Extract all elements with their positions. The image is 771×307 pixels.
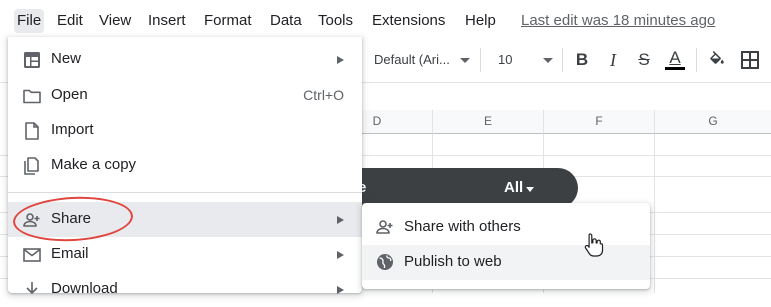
borders-icon[interactable] [738, 48, 762, 72]
column-header-e[interactable]: E [433, 110, 544, 134]
column-header-g[interactable]: G [655, 110, 771, 134]
publish-to-web[interactable]: Publish to web [362, 245, 650, 280]
share-with-others-label: Share with others [404, 218, 521, 235]
file-menu-make-copy[interactable]: Make a copy [8, 148, 362, 183]
menu-data[interactable]: Data [267, 9, 305, 33]
share-submenu: Share with others Publish to web [362, 203, 650, 289]
file-menu-open[interactable]: Open Ctrl+O [8, 78, 362, 113]
font-size-caret-icon[interactable] [543, 58, 553, 63]
download-icon [26, 282, 38, 295]
submenu-arrow-icon [337, 251, 344, 259]
toolbar-divider [480, 48, 481, 72]
filter-view-option[interactable]: All [504, 179, 523, 196]
file-menu-open-label: Open [51, 86, 88, 103]
hand-cursor-icon [584, 233, 604, 257]
menu-extensions[interactable]: Extensions [369, 9, 448, 33]
open-shortcut: Ctrl+O [303, 87, 344, 103]
bold-icon[interactable]: B [570, 48, 594, 72]
grid-line [654, 134, 655, 293]
last-edit-link[interactable]: Last edit was 18 minutes ago [521, 9, 715, 33]
new-sheet-icon [24, 52, 40, 68]
italic-icon[interactable]: I [601, 48, 625, 72]
text-color-icon[interactable]: A [663, 48, 687, 72]
fill-color-icon[interactable] [705, 48, 729, 72]
text-color-swatch [665, 67, 685, 70]
globe-icon [377, 254, 393, 270]
file-menu-import[interactable]: Import [8, 113, 362, 148]
file-menu-download-label: Download [51, 280, 118, 297]
submenu-arrow-icon [337, 216, 344, 224]
file-menu: New Open Ctrl+O Import Make a copy Share… [8, 37, 362, 297]
column-header-f[interactable]: F [544, 110, 655, 134]
menu-file[interactable]: File [14, 9, 45, 33]
menu-format[interactable]: Format [201, 9, 255, 33]
submenu-arrow-icon [337, 56, 344, 64]
file-menu-new[interactable]: New [8, 42, 362, 77]
file-menu-import-label: Import [51, 121, 94, 138]
file-menu-make-copy-label: Make a copy [51, 156, 137, 173]
font-size-select[interactable]: 10 [498, 52, 512, 67]
menu-insert[interactable]: Insert [145, 9, 189, 33]
filter-option-caret-icon[interactable] [526, 187, 534, 192]
share-with-others[interactable]: Share with others [362, 210, 650, 245]
file-menu-download[interactable]: Download [8, 272, 362, 307]
publish-to-web-label: Publish to web [404, 253, 502, 270]
font-dropdown-caret-icon[interactable] [460, 58, 470, 63]
copy-icon [24, 157, 39, 175]
email-icon [23, 248, 41, 262]
person-add-icon [376, 220, 393, 234]
toolbar-divider [696, 48, 697, 72]
menu-divider [8, 192, 362, 193]
file-menu-email-label: Email [51, 245, 89, 262]
import-icon [25, 122, 39, 140]
menu-tools[interactable]: Tools [315, 9, 356, 33]
font-family-select[interactable]: Default (Ari... [374, 52, 450, 67]
menu-edit[interactable]: Edit [54, 9, 86, 33]
text-color-letter: A [669, 48, 681, 67]
folder-icon [23, 89, 41, 104]
file-menu-email[interactable]: Email [8, 237, 362, 272]
menu-view[interactable]: View [96, 9, 134, 33]
strikethrough-icon[interactable]: S [632, 48, 656, 72]
file-menu-new-label: New [51, 50, 82, 67]
toolbar-divider [562, 48, 563, 72]
menu-bar: File Edit View Insert Format Data Tools … [0, 0, 771, 40]
menu-help[interactable]: Help [462, 9, 499, 33]
